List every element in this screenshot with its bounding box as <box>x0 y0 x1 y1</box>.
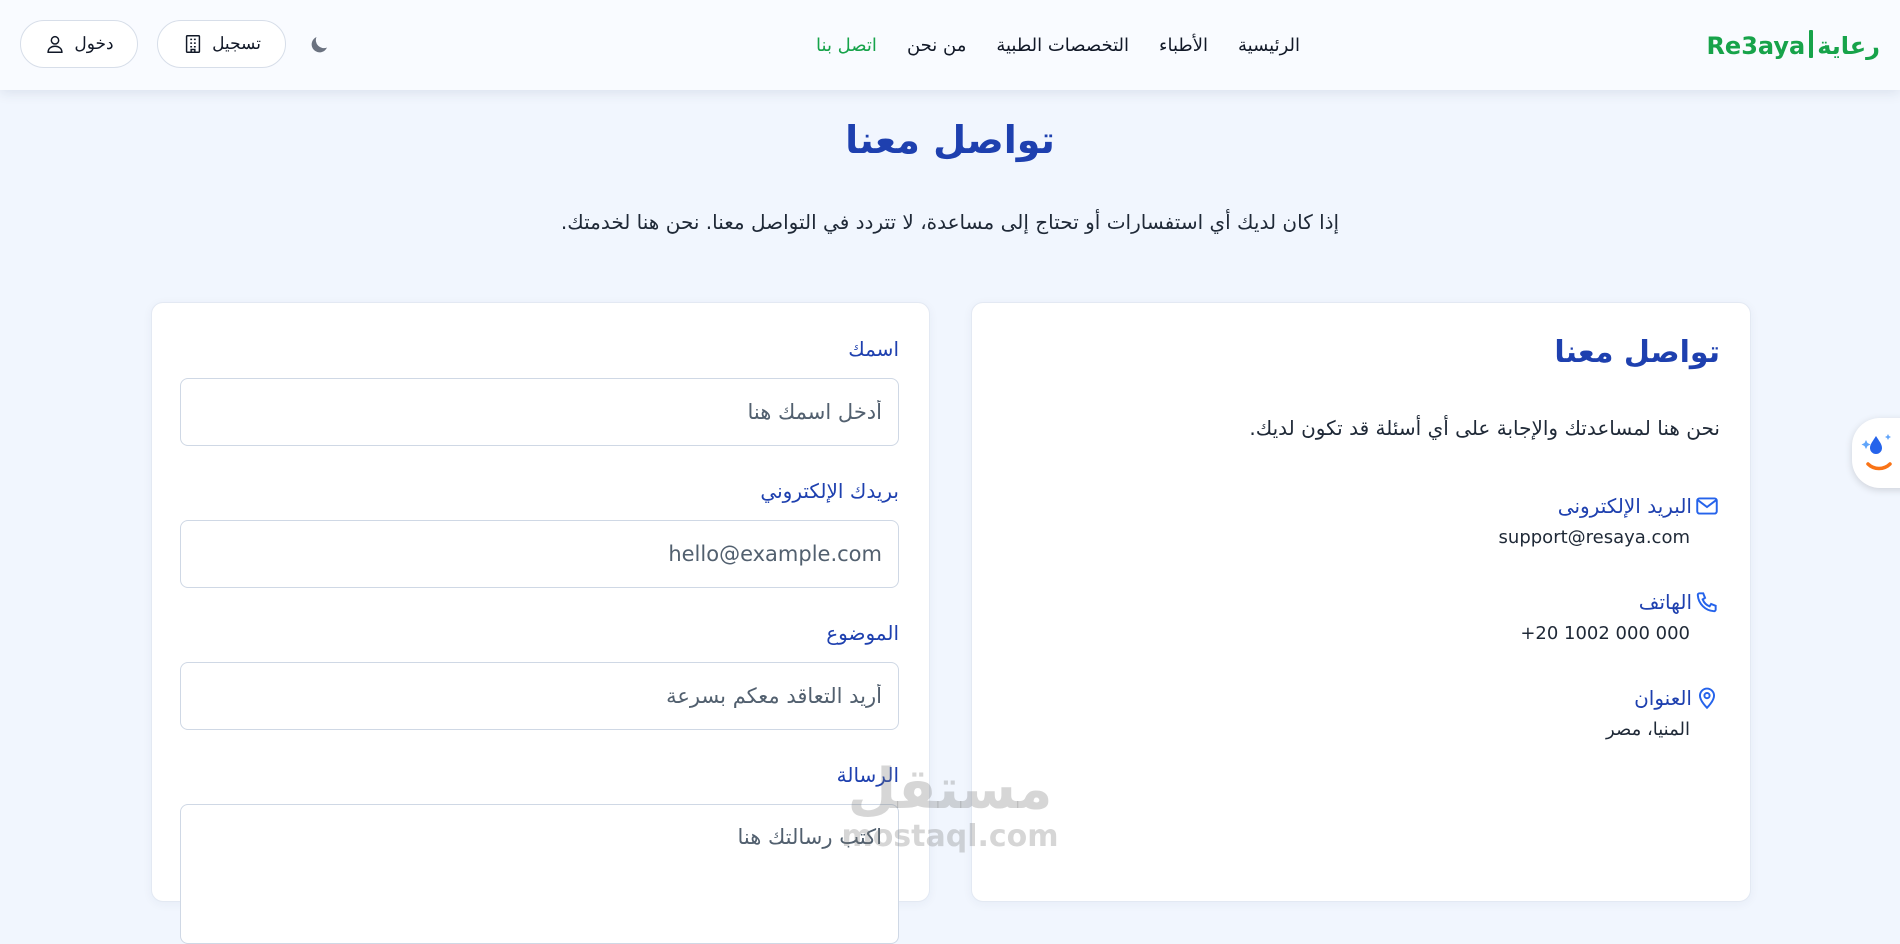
contact-form-card: اسمك بريدك الإلكتروني الموضوع الرسالة <box>151 302 930 944</box>
info-email-label: البريد الإلكترونى <box>1557 494 1692 518</box>
login-button[interactable]: دخول <box>20 20 138 68</box>
contact-info-card: تواصل معنا نحن هنا لمساعدتك والإجابة على… <box>971 302 1751 902</box>
page-subtitle: إذا كان لديك أي استفسارات أو تحتاج إلى م… <box>560 210 1340 234</box>
message-textarea[interactable] <box>180 804 899 944</box>
info-address-label-row: العنوان <box>1634 685 1720 711</box>
subject-input[interactable] <box>180 662 899 730</box>
message-label: الرسالة <box>836 763 899 787</box>
info-email-value[interactable]: support@resaya.com <box>1499 527 1690 548</box>
info-phone-label-row: الهاتف <box>1639 589 1720 615</box>
nav-link-contact[interactable]: اتصل بنا <box>816 35 877 56</box>
phone-icon <box>1696 592 1717 613</box>
info-phone-value[interactable]: +20 1002 000 000 <box>1520 623 1690 644</box>
email-input[interactable] <box>180 520 899 588</box>
info-address-value: المنيا، مصر <box>1606 719 1690 740</box>
login-label: دخول <box>74 34 114 53</box>
main-nav: الرئيسية الأطباء التخصصات الطبية من نحن … <box>780 30 1300 60</box>
map-pin-icon <box>1698 687 1716 710</box>
nav-link-doctors[interactable]: الأطباء <box>1159 35 1208 56</box>
nav-link-about[interactable]: من نحن <box>907 35 966 56</box>
logo[interactable]: Re3aya رعاية <box>1706 30 1880 60</box>
mail-icon <box>1696 497 1718 515</box>
info-email: البريد الإلكترونى support@resaya.com <box>1320 493 1720 553</box>
nav-link-home[interactable]: الرئيسية <box>1238 35 1300 56</box>
navbar: Re3aya رعاية الرئيسية الأطباء التخصصات ال… <box>0 0 1900 90</box>
building-icon <box>185 35 201 53</box>
logo-latin: Re3aya <box>1706 32 1806 60</box>
info-phone: الهاتف +20 1002 000 000 <box>1320 589 1720 649</box>
info-title: تواصل معنا <box>1554 335 1720 370</box>
subject-label: الموضوع <box>826 621 899 645</box>
floating-widget[interactable] <box>1852 418 1900 488</box>
info-email-label-row: البريد الإلكترونى <box>1558 493 1720 519</box>
moon-icon <box>311 37 327 53</box>
info-address-label: العنوان <box>1634 686 1692 710</box>
logo-bar <box>1809 30 1814 58</box>
sparkle-drop-icon <box>1861 434 1892 471</box>
register-label: تسجيل <box>212 34 261 53</box>
logo-arabic: رعاية <box>1817 32 1880 60</box>
page-title: تواصل معنا <box>845 118 1055 162</box>
email-label: بريدك الإلكتروني <box>760 479 899 503</box>
info-phone-label: الهاتف <box>1638 590 1692 614</box>
name-label: اسمك <box>848 337 899 361</box>
info-description: نحن هنا لمساعدتك والإجابة على أي أسئلة ق… <box>1249 416 1720 440</box>
register-button[interactable]: تسجيل <box>157 20 286 68</box>
nav-link-specialties[interactable]: التخصصات الطبية <box>996 35 1129 56</box>
info-address: العنوان المنيا، مصر <box>1320 685 1720 745</box>
user-icon <box>47 35 63 53</box>
dark-mode-toggle[interactable] <box>307 33 331 57</box>
name-input[interactable] <box>180 378 899 446</box>
